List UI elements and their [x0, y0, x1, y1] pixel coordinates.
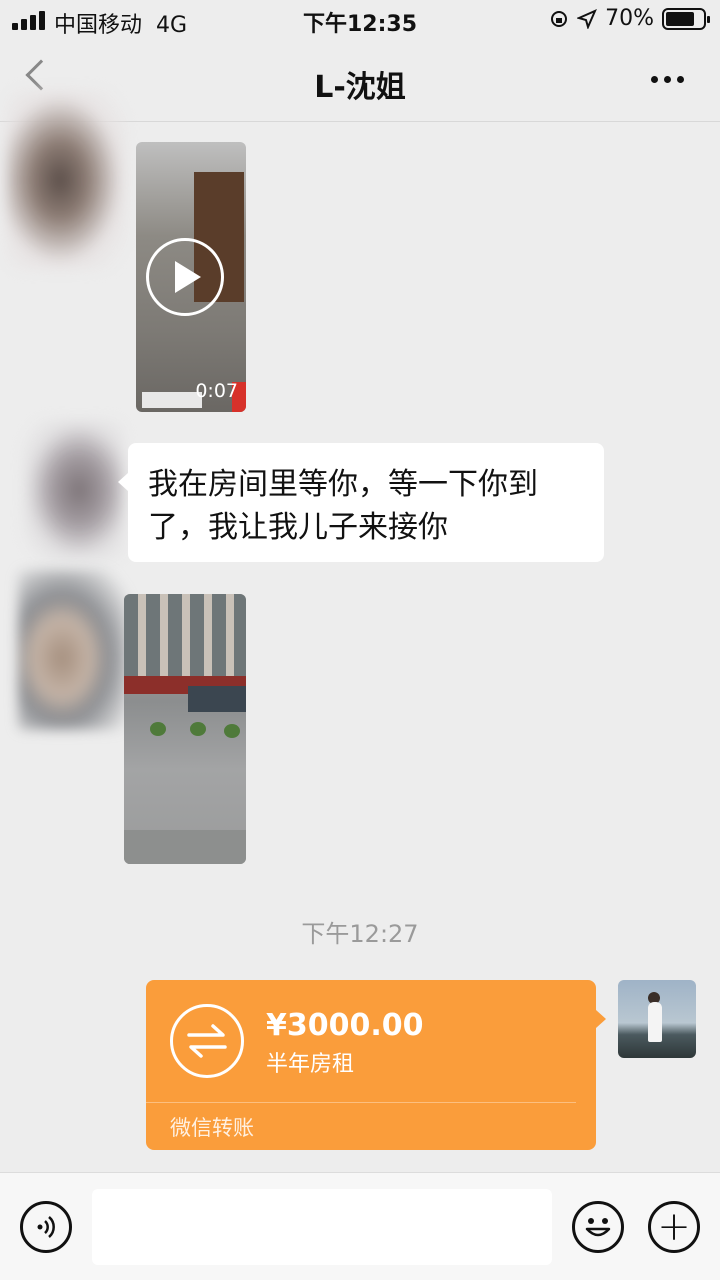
video-message[interactable]: 0:07 [136, 142, 246, 412]
emoji-icon[interactable] [572, 1201, 624, 1253]
voice-icon[interactable] [20, 1201, 72, 1253]
contact-avatar[interactable] [24, 420, 124, 560]
text-message-bubble[interactable]: 我在房间里等你，等一下你到 了，我让我儿子来接你 [118, 443, 604, 562]
divider [146, 1102, 576, 1103]
contact-avatar[interactable] [18, 570, 128, 730]
location-icon [577, 8, 598, 29]
video-duration: 0:07 [195, 380, 238, 402]
my-avatar[interactable] [618, 980, 696, 1058]
battery-percent: 70% [605, 6, 654, 31]
wechat-transfer-card[interactable]: ¥3000.00 半年房租 微信转账 [146, 980, 606, 1150]
status-right: 70% [549, 6, 710, 31]
transfer-arrows-icon [170, 1004, 244, 1078]
more-dots-icon[interactable] [651, 76, 684, 83]
message-text-line: 我在房间里等你，等一下你到 [148, 467, 538, 502]
battery-icon [662, 7, 710, 30]
status-bar: 中国移动 4G 下午12:35 70% [0, 0, 720, 40]
plus-icon[interactable]: + [648, 1201, 700, 1253]
message-input[interactable] [92, 1189, 552, 1265]
transfer-memo: 半年房租 [266, 1052, 355, 1077]
photo-message[interactable] [124, 594, 246, 864]
input-bar: + [0, 1172, 720, 1280]
contact-avatar[interactable] [6, 90, 126, 270]
transfer-amount: ¥3000.00 [266, 1008, 424, 1043]
message-timestamp: 下午12:27 [301, 920, 419, 948]
transfer-label: 微信转账 [170, 1116, 254, 1140]
message-text-line: 了，我让我儿子来接你 [148, 510, 448, 545]
play-icon[interactable] [146, 238, 224, 316]
rotation-lock-icon [551, 10, 568, 27]
